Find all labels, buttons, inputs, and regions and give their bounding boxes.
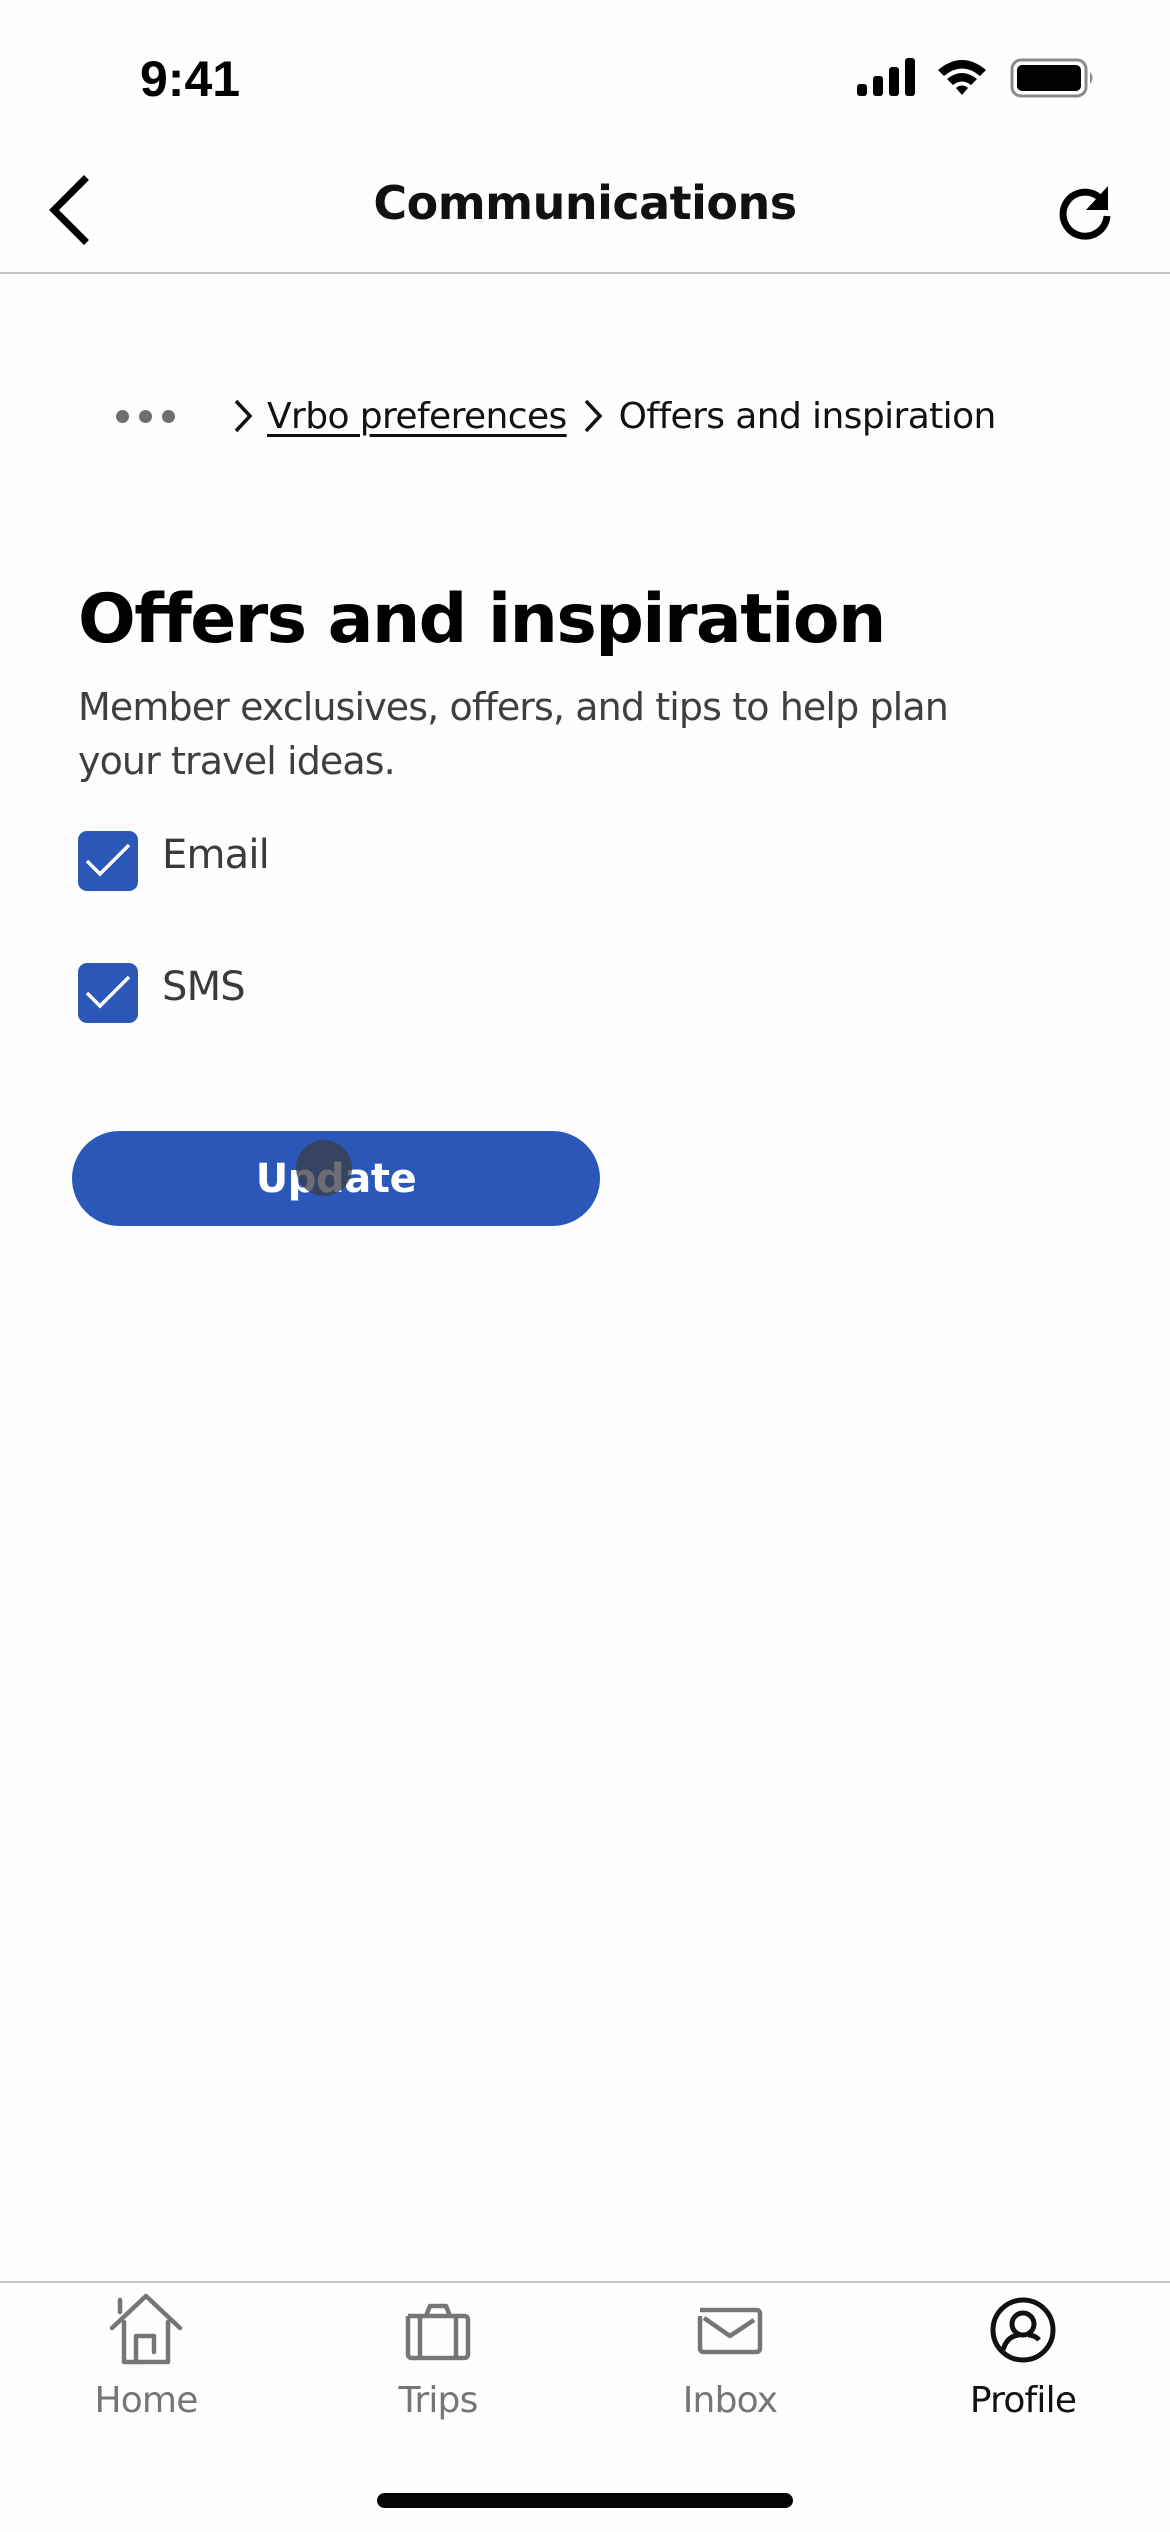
breadcrumb-link-vrbo-preferences[interactable]: Vrbo preferences	[267, 396, 567, 437]
breadcrumb-more-button[interactable]	[110, 404, 181, 429]
refresh-icon	[1059, 186, 1111, 240]
page-title: Offers and inspiration	[78, 580, 886, 659]
tab-home-label: Home	[94, 2380, 198, 2421]
breadcrumb: Vrbo preferences Offers and inspiration	[110, 386, 996, 446]
tab-inbox[interactable]: Inbox	[584, 2290, 876, 2440]
tab-trips[interactable]: Trips	[292, 2290, 584, 2440]
tab-trips-label: Trips	[398, 2380, 478, 2421]
tab-profile[interactable]: Profile	[877, 2290, 1169, 2440]
suitcase-icon	[405, 2303, 471, 2361]
checkmark-icon	[85, 975, 131, 1009]
email-checkbox[interactable]	[78, 831, 138, 891]
chevron-right-icon	[584, 399, 603, 433]
home-icon	[109, 2293, 183, 2365]
sms-checkbox[interactable]	[78, 963, 138, 1023]
header-title: Communications	[373, 176, 797, 230]
tab-home[interactable]: Home	[0, 2290, 292, 2440]
screen: 9:41 Communications Vrbo preferences Off…	[0, 0, 1170, 2532]
chevron-right-icon	[234, 399, 253, 433]
email-option[interactable]: Email	[78, 831, 270, 891]
status-time: 9:41	[140, 51, 241, 107]
profile-icon	[990, 2297, 1056, 2363]
tab-inbox-label: Inbox	[682, 2380, 778, 2421]
page-description: Member exclusives, offers, and tips to h…	[78, 685, 949, 783]
ellipsis-icon	[116, 409, 129, 423]
breadcrumb-current: Offers and inspiration	[618, 395, 997, 437]
touch-indicator	[296, 1140, 352, 1196]
email-label: Email	[162, 832, 270, 878]
checkmark-icon	[85, 843, 131, 877]
tab-profile-label: Profile	[969, 2380, 1077, 2421]
cellular-signal-icon	[857, 58, 915, 96]
envelope-icon	[697, 2307, 763, 2355]
battery-icon	[1010, 58, 1093, 98]
header-divider	[0, 272, 1170, 274]
header: Communications	[0, 140, 1170, 273]
sms-option[interactable]: SMS	[78, 963, 246, 1023]
tab-bar-divider	[0, 2281, 1170, 2283]
refresh-button[interactable]	[1050, 176, 1120, 246]
home-indicator	[377, 2493, 793, 2508]
wifi-icon	[938, 60, 986, 95]
sms-label: SMS	[162, 964, 246, 1010]
